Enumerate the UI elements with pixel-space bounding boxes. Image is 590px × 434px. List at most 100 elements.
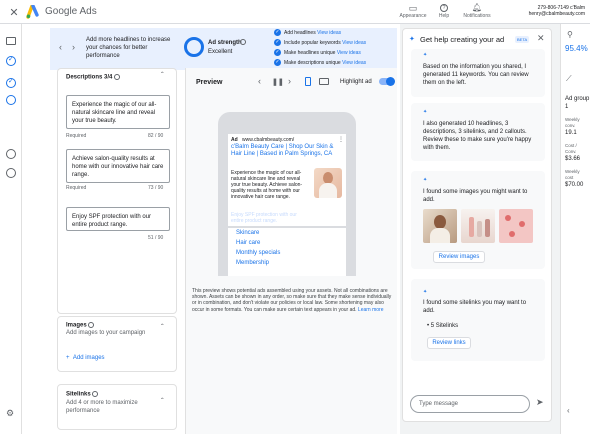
chevron-left-icon[interactable]: ‹ (59, 42, 62, 52)
collapse-icon[interactable]: ˆ (161, 397, 164, 406)
sitelink[interactable]: Membership (236, 260, 269, 266)
input-placeholder: Type message (419, 401, 459, 407)
desktop-view-icon[interactable] (319, 78, 329, 85)
sitelink[interactable]: Monthly specials (236, 250, 280, 256)
message-text: Based on the information you shared, I g… (423, 64, 529, 86)
suggested-image[interactable] (423, 209, 457, 243)
suggestion-item: ✓ Add headlines View ideas (274, 29, 342, 37)
left-step-rail: ✓ ✓ ⚙ (0, 24, 22, 434)
description-field[interactable]: Enjoy SPF protection with our entire pro… (66, 207, 170, 231)
account-email: henry@cbalmbeauty.com (528, 11, 585, 17)
sparkle-icon: ✦ (423, 289, 428, 295)
next-icon[interactable]: › (288, 76, 291, 86)
assistant-panel: ✦ Get help creating your ad BETA ✕ ✦ Bas… (402, 28, 552, 422)
right-summary-panel: ⚲ 95.4% ⟋ Ad group 1 Weekly conv. 19.1 C… (560, 24, 590, 434)
appearance-button[interactable]: ▭ Appearance (398, 3, 428, 19)
assistant-message: ✦ I found some images you might want to … (411, 171, 545, 269)
more-options-icon[interactable]: ⋮ (338, 136, 344, 143)
suggestion-list: ✓ Add headlines View ideas ✓ Include popul… (274, 29, 396, 69)
check-icon: ✓ (274, 59, 281, 67)
ad-faded-description: Enjoy SPF protection with our entire pro… (231, 212, 297, 224)
step-complete-icon[interactable]: ✓ (6, 78, 16, 88)
preview-disclaimer: This preview shows potential ads assembl… (192, 288, 392, 313)
percent-value: 95.4% (565, 44, 588, 53)
assistant-title: Get help creating your ad (420, 35, 505, 44)
close-icon[interactable]: ✕ (8, 5, 20, 19)
highlight-ad-toggle[interactable] (379, 77, 395, 86)
previous-icon[interactable]: ‹ (258, 76, 261, 86)
assistant-message: ✦ I also generated 10 headlines, 3 descr… (411, 103, 545, 161)
sitelinks-title: Sitelinks (66, 391, 99, 398)
required-label: Required (66, 185, 87, 191)
suggestion-item: ✓ Make headlines unique View ideas (274, 49, 361, 57)
description-field[interactable]: Achieve salon-quality results at home wi… (66, 149, 170, 183)
chevron-right-icon[interactable]: › (72, 42, 75, 52)
images-subtitle: Add images to your campaign (66, 330, 146, 336)
sitelinks-subtitle: Add 4 or more to maximize performance (66, 400, 138, 414)
info-icon (114, 74, 121, 80)
help-label: Help (438, 13, 450, 19)
ad-headline: c'Balm Beauty Care | Shop Our Skin & Hai… (231, 144, 334, 157)
weekly-cost-value: $70.00 (565, 182, 584, 188)
notifications-button[interactable]: 🔔︎ Notifications (460, 3, 494, 19)
step-pending-icon[interactable] (6, 149, 16, 159)
ad-preview-icon[interactable] (6, 37, 16, 45)
close-icon[interactable]: ✕ (537, 33, 545, 44)
preview-panel: Preview ‹ ❚❚ › Highlight ad Ad www.cbalm… (185, 68, 397, 434)
account-info[interactable]: 279-806-7149 c'Balm henry@cbalmbeauty.co… (500, 5, 585, 17)
help-button[interactable]: ? Help (434, 3, 454, 19)
step-current-icon[interactable] (6, 95, 16, 105)
view-ideas-link[interactable]: View ideas (342, 40, 366, 46)
assistant-message: ✦ Based on the information you shared, I… (411, 49, 545, 97)
char-count: 51 / 90 (148, 235, 164, 241)
view-ideas-link[interactable]: View ideas (317, 30, 341, 36)
descriptions-card: Descriptions 3/4 ˆ Experience the magic … (57, 68, 177, 314)
char-count: 73 / 90 (148, 185, 164, 191)
top-header: ✕ Google Ads ▭ Appearance ? Help 🔔︎ Noti… (0, 0, 590, 24)
message-input[interactable]: Type message (410, 395, 530, 413)
ad-strength-gauge (184, 37, 204, 57)
send-icon[interactable]: ➤ (536, 397, 544, 408)
ad-strength-value: Excellent (208, 49, 233, 55)
step-pending-icon[interactable] (6, 168, 16, 178)
description-field[interactable]: Experience the magic of our all-natural … (66, 95, 170, 129)
review-links-button[interactable]: Review links (427, 337, 471, 349)
phone-mockup: Ad www.cbalmbeauty.com/ ⋮ c'Balm Beauty … (218, 112, 356, 276)
appearance-label: Appearance (399, 13, 427, 19)
view-ideas-link[interactable]: View ideas (337, 50, 361, 56)
ad-preview-card: Ad www.cbalmbeauty.com/ ⋮ c'Balm Beauty … (228, 134, 346, 226)
learn-more-link[interactable]: Learn more (358, 307, 384, 313)
sitelink[interactable]: Skincare (236, 230, 259, 236)
preview-title: Preview (196, 79, 223, 86)
required-label: Required (66, 133, 87, 139)
add-images-button[interactable]: + Add images (66, 355, 105, 361)
beta-badge: BETA (515, 36, 530, 43)
sparkle-icon: ✦ (423, 177, 428, 183)
view-ideas-link[interactable]: View ideas (342, 60, 366, 66)
review-images-button[interactable]: Review images (433, 251, 485, 263)
info-icon[interactable] (240, 39, 246, 45)
pause-icon[interactable]: ❚❚ (272, 78, 284, 86)
collapse-icon[interactable]: ˆ (161, 323, 164, 332)
sparkle-icon: ✦ (423, 52, 428, 58)
highlight-ad-label: Highlight ad (340, 79, 372, 85)
collapse-panel-icon[interactable]: ‹ (567, 406, 570, 415)
sitelink[interactable]: Hair care (236, 240, 260, 246)
suggested-image[interactable] (461, 209, 495, 243)
step-complete-icon[interactable]: ✓ (6, 56, 16, 66)
plus-icon: + (66, 355, 70, 361)
ad-sitelinks: Skincare Hair care Monthly specials Memb… (228, 228, 346, 276)
weekly-conv-value: 19.1 (565, 130, 577, 136)
suggested-image[interactable] (499, 209, 533, 243)
message-text: I also generated 10 headlines, 3 descrip… (423, 121, 532, 151)
sparkle-icon: ✦ (423, 109, 428, 115)
cost-conv-value: $3.66 (565, 156, 581, 162)
settings-icon[interactable]: ⚙ (6, 408, 14, 419)
appearance-icon: ▭ (408, 3, 418, 13)
weekly-conv-label: Weekly conv. (565, 117, 580, 128)
ad-badge: Ad (231, 137, 238, 143)
mobile-view-icon[interactable] (305, 77, 311, 86)
sitelinks-count: • 5 Sitelinks (427, 323, 459, 329)
descriptions-title: Descriptions 3/4 (66, 74, 121, 81)
collapse-icon[interactable]: ˆ (161, 71, 164, 80)
